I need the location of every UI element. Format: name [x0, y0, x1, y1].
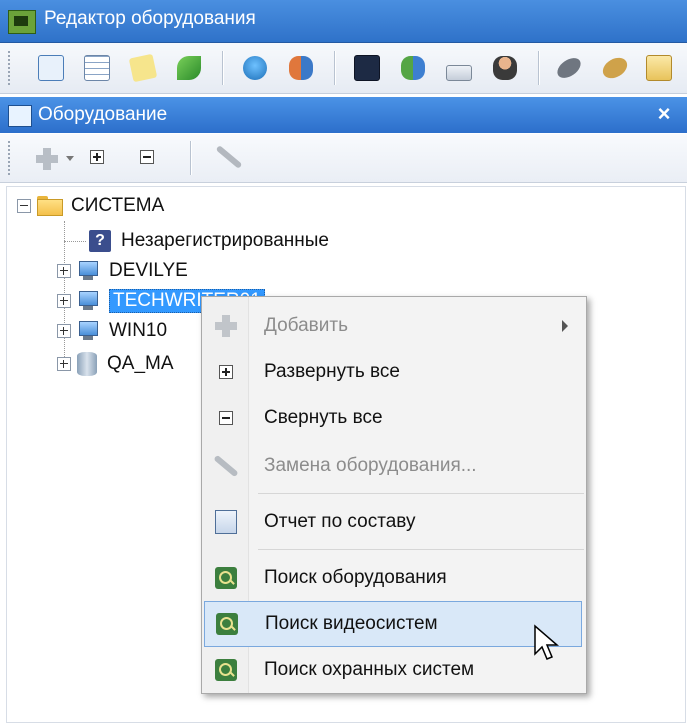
main-toolbar — [0, 43, 687, 94]
people-button[interactable] — [396, 51, 430, 85]
people-icon — [401, 56, 425, 80]
menu-item-search-security-systems[interactable]: Поиск охранных систем — [204, 647, 582, 693]
collapse-icon — [140, 150, 154, 164]
list-icon — [646, 55, 672, 81]
mouse-button[interactable] — [552, 51, 586, 85]
toolbar-separator — [538, 51, 540, 85]
tree-green-button[interactable] — [172, 51, 206, 85]
computer-icon — [77, 320, 99, 342]
menu-separator — [258, 493, 584, 494]
tree-item-devilye[interactable]: DEVILYE — [57, 256, 188, 286]
mouse-icon — [553, 53, 585, 83]
note-button[interactable] — [126, 51, 160, 85]
computer-icon — [77, 260, 99, 282]
expand-icon[interactable] — [57, 357, 71, 371]
drive-icon — [446, 65, 472, 81]
window-title-bar: Редактор оборудования — [0, 0, 687, 43]
collapse-icon — [219, 411, 233, 425]
collapse-all-button[interactable] — [140, 150, 154, 164]
wrench-icon[interactable] — [215, 145, 243, 169]
list-button[interactable] — [642, 51, 676, 85]
tree-green-icon — [177, 56, 201, 80]
expand-icon[interactable] — [57, 264, 71, 278]
menu-item-search-video-systems[interactable]: Поиск видеосистем — [204, 601, 582, 647]
person-icon — [493, 56, 517, 80]
users-icon — [289, 56, 313, 80]
chevron-down-icon[interactable] — [66, 156, 74, 161]
tree-view-button[interactable] — [34, 51, 68, 85]
folder-icon — [37, 196, 63, 216]
tree-item-label: DEVILYE — [109, 260, 188, 281]
toolbar-separator — [222, 51, 224, 85]
submenu-arrow-icon — [562, 320, 568, 332]
wrench-icon — [213, 454, 239, 478]
app-icon — [8, 10, 36, 34]
globe-user-icon — [243, 56, 267, 80]
grid-icon — [84, 55, 110, 81]
close-icon[interactable]: × — [651, 101, 677, 127]
mouse-cursor-icon — [534, 624, 560, 660]
card-button[interactable] — [598, 51, 632, 85]
terminal-icon — [354, 55, 380, 81]
globe-user-button[interactable] — [238, 51, 272, 85]
expand-all-button[interactable] — [90, 150, 104, 164]
menu-item-expand-all[interactable]: Развернуть все — [204, 349, 582, 395]
tree-root[interactable]: СИСТЕМА — [17, 191, 164, 221]
users-button[interactable] — [284, 51, 318, 85]
report-icon — [215, 510, 237, 534]
expand-icon — [90, 150, 104, 164]
tree-root-label: СИСТЕМА — [71, 195, 165, 216]
search-icon — [215, 659, 237, 681]
panel-toolbar — [0, 134, 687, 183]
tree-item-qa-ma[interactable]: QA_MA — [57, 349, 174, 379]
computer-icon — [77, 290, 99, 312]
database-icon — [77, 352, 97, 376]
toolbar-separator — [190, 141, 192, 175]
panel-title: Оборудование — [38, 104, 168, 125]
search-icon — [216, 613, 238, 635]
tree-item-win10[interactable]: WIN10 — [57, 316, 167, 346]
toolbar-grip[interactable] — [8, 51, 14, 85]
add-button[interactable] — [34, 146, 60, 172]
expand-icon — [219, 365, 233, 379]
window-title: Редактор оборудования — [44, 8, 256, 29]
expand-icon[interactable] — [57, 324, 71, 338]
expand-icon[interactable] — [57, 294, 71, 308]
person-button[interactable] — [488, 51, 522, 85]
search-icon — [215, 567, 237, 589]
toolbar-separator — [334, 51, 336, 85]
note-icon — [128, 53, 158, 83]
grid-button[interactable] — [80, 51, 114, 85]
question-icon: ? — [89, 230, 111, 252]
drive-button[interactable] — [442, 51, 476, 85]
tree-item-label: Незарегистрированные — [121, 230, 329, 251]
card-icon — [599, 53, 631, 83]
context-menu: Добавить Развернуть все Свернуть все Зам… — [201, 296, 587, 694]
tree-item-unregistered[interactable]: ? Незарегистрированные — [89, 226, 329, 256]
menu-item-collapse-all[interactable]: Свернуть все — [204, 395, 582, 441]
collapse-icon[interactable] — [17, 199, 31, 213]
tree-item-label: WIN10 — [109, 320, 168, 341]
menu-item-search-equipment[interactable]: Поиск оборудования — [204, 555, 582, 601]
menu-separator — [258, 549, 584, 550]
tree-view-icon — [38, 55, 64, 81]
menu-item-replace-equipment[interactable]: Замена оборудования... — [204, 443, 582, 489]
plus-icon — [215, 315, 237, 337]
toolbar-grip[interactable] — [8, 141, 14, 175]
tree-item-label: QA_MA — [107, 353, 174, 374]
tree-view-icon — [8, 105, 32, 127]
menu-item-add[interactable]: Добавить — [204, 303, 582, 349]
terminal-button[interactable] — [350, 51, 384, 85]
menu-item-composition-report[interactable]: Отчет по составу — [204, 499, 582, 545]
panel-header: Оборудование × — [0, 97, 687, 133]
